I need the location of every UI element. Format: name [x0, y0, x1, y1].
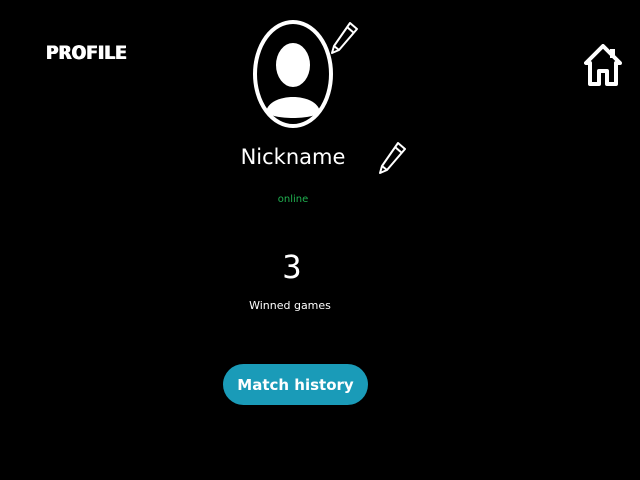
home-button[interactable] — [584, 44, 622, 86]
edit-avatar-button[interactable] — [330, 20, 360, 56]
user-avatar-icon — [253, 20, 333, 128]
pencil-icon — [331, 22, 358, 54]
pencil-icon — [379, 142, 406, 174]
wins-label: Winned games — [249, 299, 331, 312]
edit-nickname-button[interactable] — [378, 140, 408, 176]
match-history-button[interactable]: Match history — [223, 364, 368, 405]
page-title: PROFILE — [46, 42, 127, 64]
home-icon — [584, 44, 622, 86]
wins-count: 3 — [282, 248, 302, 286]
status-text: online — [277, 194, 309, 205]
nickname: Nickname — [240, 145, 346, 169]
avatar — [253, 20, 333, 128]
